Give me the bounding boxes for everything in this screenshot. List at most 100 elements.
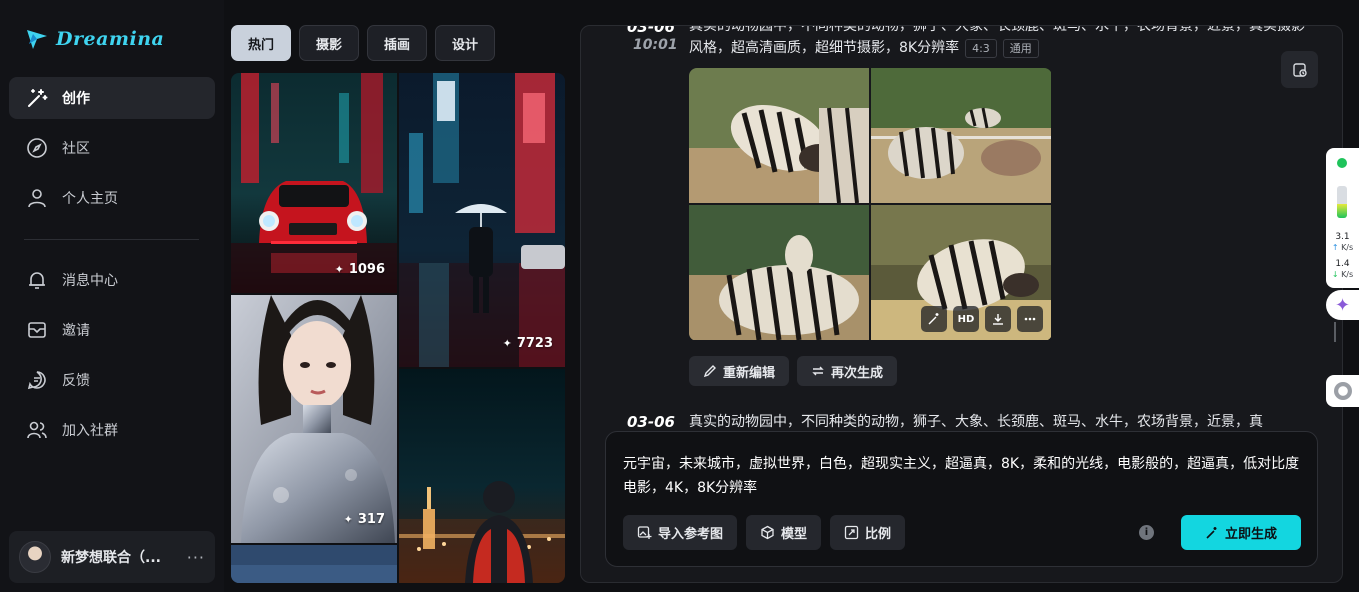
image-hd-button[interactable]: HD	[953, 306, 979, 332]
zebra-herd-image	[871, 68, 1051, 203]
entry-prompt: 真实的动物园中，不同种类的动物，狮子、大象、长颈鹿、斑马、水牛，农场背景，近景，…	[689, 414, 1263, 430]
mail-icon	[28, 322, 46, 338]
sidebar-item-create[interactable]: 创作	[9, 77, 215, 119]
gallery-tile[interactable]: ✦ 1096	[231, 73, 397, 293]
more-icon	[1024, 317, 1036, 321]
tile-like-count: ✦ 1096	[334, 262, 385, 277]
reedit-button[interactable]: 重新编辑	[689, 356, 790, 386]
upload-speed: 3.1	[1335, 232, 1350, 242]
image-download-button[interactable]	[985, 306, 1011, 332]
download-speed: 1.4	[1335, 259, 1350, 269]
history-button[interactable]	[1281, 51, 1318, 88]
cube-icon	[761, 525, 774, 540]
entry-actions: 重新编辑 再次生成	[689, 356, 898, 386]
image-more-button[interactable]	[1017, 306, 1043, 332]
generated-image[interactable]	[689, 205, 869, 341]
tile-like-count: ✦ 7723	[502, 336, 553, 351]
sidebar-item-join-group[interactable]: 加入社群	[9, 409, 215, 451]
download-icon	[993, 314, 1003, 325]
prompt-composer: 元宇宙，未来城市，虚拟世界，白色，超现实主义，超逼真，8K，柔和的光线，电影般的…	[605, 431, 1318, 567]
sidebar-item-label: 个人主页	[62, 191, 118, 207]
image-edit-button[interactable]	[921, 306, 947, 332]
user-name: 新梦想联合（...	[61, 550, 161, 566]
info-icon[interactable]: i	[1139, 525, 1154, 540]
float-ball-button[interactable]	[1326, 375, 1359, 407]
bell-icon	[29, 272, 45, 289]
image-overlay-actions: HD	[921, 306, 1043, 332]
generated-image-grid: HD	[689, 68, 1052, 341]
sidebar-item-label: 消息中心	[62, 273, 118, 289]
knob-icon	[1333, 382, 1352, 400]
network-monitor-widget[interactable]: 3.1 ↑ K/s 1.4 ↓ K/s	[1326, 148, 1359, 288]
entry-time: 10:01	[633, 37, 678, 53]
sidebar-item-profile[interactable]: 个人主页	[9, 177, 215, 219]
app-root: Dreamina 创作 社区 个人主页 消息中心 邀请 反馈 加入社群 新梦想联…	[0, 0, 1359, 592]
tab-design[interactable]: 设计	[435, 25, 496, 61]
status-dot-icon	[1337, 158, 1347, 168]
sparkle-icon: ✦	[1334, 294, 1351, 316]
refresh-icon	[812, 366, 824, 376]
avatar[interactable]	[19, 541, 51, 573]
feedback-icon	[27, 371, 46, 390]
sidebar-item-community[interactable]: 社区	[9, 127, 215, 169]
ai-assistant-button[interactable]: ✦	[1326, 290, 1359, 320]
magic-wand-icon	[928, 313, 939, 325]
sparkle-icon: ✦	[343, 513, 353, 526]
sidebar-item-messages[interactable]: 消息中心	[9, 259, 215, 301]
gallery-grid: ✦ 1096 ✦ 7723 ✦ 317	[231, 73, 565, 583]
creation-panel: 03-06 10:01 真实的动物园中，不同种类的动物，狮子、大象、长颈鹿、斑马…	[580, 25, 1343, 583]
city-skyline-image	[399, 369, 565, 583]
generate-button[interactable]: 立即生成	[1181, 515, 1301, 550]
gallery-tile[interactable]: ✦ 317	[231, 295, 397, 543]
sidebar-item-label: 反馈	[62, 373, 90, 389]
sidebar-divider	[24, 239, 199, 240]
generated-image[interactable]	[689, 68, 869, 204]
tab-hot[interactable]: 热门	[231, 25, 292, 61]
sidebar-item-invite[interactable]: 邀请	[9, 309, 215, 351]
umbrella-street-image	[399, 73, 565, 367]
network-meter	[1337, 186, 1347, 218]
gallery-tile[interactable]	[399, 369, 565, 583]
sparkle-icon: ✦	[334, 263, 344, 276]
entry-date: 03-06	[627, 413, 675, 431]
sidebar-item-feedback[interactable]: 反馈	[9, 359, 215, 401]
brand-name: Dreamina	[56, 28, 165, 50]
upload-unit: ↑ K/s	[1331, 243, 1354, 252]
tab-photography[interactable]: 摄影	[299, 25, 360, 61]
float-divider	[1334, 322, 1336, 342]
user-card[interactable]: 新梦想联合（... ···	[9, 531, 215, 583]
inspiration-gallery: 热门 摄影 插画 设计 ✦ 1096 ✦ 7723 ✦ 317	[231, 0, 565, 592]
composer-toolbar: 导入参考图 模型 比例	[623, 515, 906, 550]
user-more-button[interactable]: ···	[187, 548, 205, 567]
silver-suit-girl-image	[231, 295, 397, 543]
regenerate-button[interactable]: 再次生成	[797, 356, 898, 386]
red-car-image	[231, 73, 397, 293]
model-button[interactable]: 模型	[746, 515, 822, 550]
sparkle-icon: ✦	[502, 337, 512, 350]
blue-sky-image	[231, 545, 397, 583]
network-meter-fill	[1337, 203, 1347, 218]
import-reference-button[interactable]: 导入参考图	[623, 515, 738, 550]
zebra-group-image	[689, 205, 869, 341]
tab-illustration[interactable]: 插画	[367, 25, 428, 61]
gallery-tabs: 热门 摄影 插画 设计	[231, 25, 496, 61]
sidebar: Dreamina 创作 社区 个人主页 消息中心 邀请 反馈 加入社群 新梦想联…	[0, 0, 224, 592]
history-icon	[1292, 62, 1307, 77]
sidebar-item-label: 邀请	[62, 323, 90, 339]
entry-prompt: 真实的动物园中，不同种类的动物，狮子、大象、长颈鹿、斑马、水牛，农场背景，近景，…	[689, 25, 1305, 58]
gallery-tile[interactable]: ✦ 7723	[399, 73, 565, 367]
ratio-button[interactable]: 比例	[830, 515, 906, 550]
gallery-tile[interactable]	[231, 545, 397, 583]
group-icon	[27, 421, 47, 439]
user-icon	[28, 189, 46, 208]
brand-logo[interactable]: Dreamina	[24, 26, 164, 52]
magic-wand-icon	[28, 89, 48, 107]
sidebar-nav-secondary: 消息中心 邀请 反馈 加入社群	[9, 259, 215, 459]
compass-icon	[27, 138, 47, 158]
arrow-up-icon: ↑	[1331, 243, 1339, 252]
prompt-input[interactable]: 元宇宙，未来城市，虚拟世界，白色，超现实主义，超逼真，8K，柔和的光线，电影般的…	[623, 452, 1303, 500]
generated-image[interactable]	[871, 68, 1051, 203]
pencil-icon	[703, 365, 716, 378]
generated-image[interactable]: HD	[871, 205, 1051, 340]
dreamina-logo-icon	[27, 30, 47, 49]
